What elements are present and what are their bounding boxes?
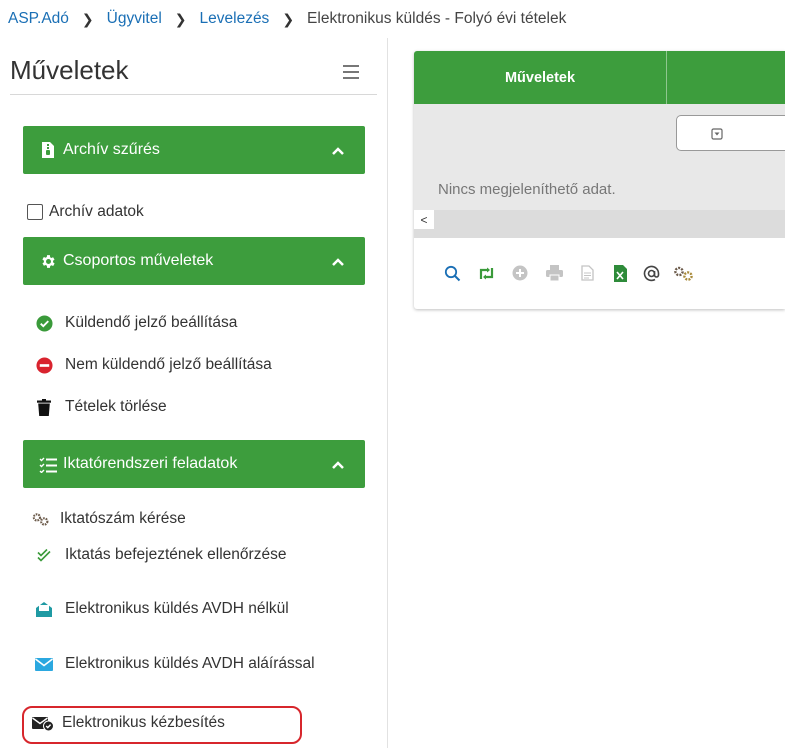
breadcrumb-asp-ado[interactable]: ASP.Adó	[8, 10, 69, 28]
breadcrumb-levelezes[interactable]: Levelezés	[200, 10, 270, 28]
panel-bulk-operations-label: Csoportos műveletek	[63, 252, 214, 269]
sidebar-item-label: Tételek törlése	[65, 398, 167, 415]
hamburger-menu-icon[interactable]	[343, 65, 359, 79]
grid-header: Műveletek	[414, 51, 785, 104]
gears-icon[interactable]	[672, 263, 696, 283]
panel-bulk-operations[interactable]: Csoportos műveletek	[23, 237, 365, 285]
chevron-up-icon	[331, 457, 345, 475]
sidebar-item-label: Elektronikus kézbesítés	[62, 714, 225, 731]
sidebar-item-label: Elektronikus küldés AVDH nélkül	[65, 600, 289, 617]
add-circle-icon[interactable]	[510, 263, 530, 283]
grid-filter-row	[414, 104, 785, 164]
data-grid: Műveletek Nincs megjeleníthető adat. <	[414, 51, 785, 309]
search-icon[interactable]	[442, 263, 462, 283]
actions-sidebar: Műveletek Archív szűrés Archív adatok Cs…	[0, 38, 388, 748]
document-icon[interactable]	[577, 263, 597, 283]
double-check-icon	[35, 546, 53, 564]
sidebar-item-send-with-avdh[interactable]: Elektronikus küldés AVDH aláírással	[35, 655, 335, 673]
envelope-check-icon	[32, 714, 54, 732]
sidebar-item-delete-items[interactable]: Tételek törlése	[35, 398, 167, 416]
filter-icon	[711, 127, 723, 145]
breadcrumb: ASP.Adó ❯ Ügyvitel ❯ Levelezés ❯ Elektro…	[8, 8, 566, 30]
sidebar-item-set-no-send-flag[interactable]: Nem küldendő jelző beállítása	[35, 356, 272, 374]
chevron-up-icon	[331, 254, 345, 272]
archive-data-label: Archív adatok	[49, 203, 144, 220]
breadcrumb-current: Elektronikus küldés - Folyó évi tételek	[307, 10, 567, 27]
scroll-left-button[interactable]: <	[414, 210, 434, 229]
sidebar-item-send-without-avdh[interactable]: Elektronikus küldés AVDH nélkül	[35, 600, 335, 618]
sidebar-item-label: Elektronikus küldés AVDH aláírással	[65, 655, 315, 672]
email-at-icon[interactable]	[641, 263, 661, 283]
gear-icon	[39, 252, 57, 270]
sidebar-item-electronic-delivery[interactable]: Elektronikus kézbesítés	[32, 714, 225, 732]
envelope-icon	[35, 655, 53, 673]
panel-registry-tasks[interactable]: Iktatórendszeri feladatok	[23, 440, 365, 488]
panel-archive-filter-label: Archív szűrés	[63, 141, 160, 158]
sidebar-item-label: Iktatás befejeztének ellenőrzése	[65, 546, 287, 563]
sidebar-item-check-registration[interactable]: Iktatás befejeztének ellenőrzése	[35, 546, 335, 564]
chevron-up-icon	[331, 143, 345, 161]
checklist-icon	[39, 455, 57, 473]
archive-file-icon	[39, 141, 57, 159]
chevron-right-icon: ❯	[282, 10, 295, 27]
sidebar-item-label: Iktatószám kérése	[60, 510, 186, 527]
sidebar-header: Műveletek	[10, 55, 377, 95]
refresh-icon[interactable]	[476, 263, 496, 283]
grid-toolbar	[414, 256, 785, 290]
sidebar-item-label: Küldendő jelző beállítása	[65, 314, 238, 331]
sidebar-item-label: Nem küldendő jelző beállítása	[65, 356, 272, 373]
panel-registry-tasks-label: Iktatórendszeri feladatok	[63, 455, 238, 472]
grid-empty-message: Nincs megjeleníthető adat.	[414, 164, 785, 210]
minus-circle-icon	[35, 356, 53, 374]
archive-data-checkbox[interactable]	[27, 204, 43, 220]
excel-export-icon[interactable]	[610, 263, 630, 283]
chevron-right-icon: ❯	[174, 10, 187, 27]
panel-archive-filter[interactable]: Archív szűrés	[23, 126, 365, 174]
print-icon[interactable]	[544, 263, 564, 283]
trash-icon	[35, 398, 53, 416]
archive-data-checkbox-row[interactable]: Archív adatok	[27, 203, 144, 221]
column-filter-input[interactable]	[676, 115, 785, 151]
sidebar-item-request-reg-number[interactable]: Iktatószám kérése	[32, 510, 186, 528]
check-circle-icon	[35, 314, 53, 332]
sidebar-title: Műveletek	[10, 55, 129, 85]
chevron-right-icon: ❯	[81, 10, 94, 27]
gears-icon	[32, 510, 50, 528]
sidebar-item-set-send-flag[interactable]: Küldendő jelző beállítása	[35, 314, 237, 332]
envelope-open-icon	[35, 600, 53, 618]
horizontal-scrollbar[interactable]: <	[414, 210, 785, 238]
column-header-muveletek[interactable]: Műveletek	[414, 51, 667, 104]
breadcrumb-ugyvitel[interactable]: Ügyvitel	[107, 10, 162, 28]
